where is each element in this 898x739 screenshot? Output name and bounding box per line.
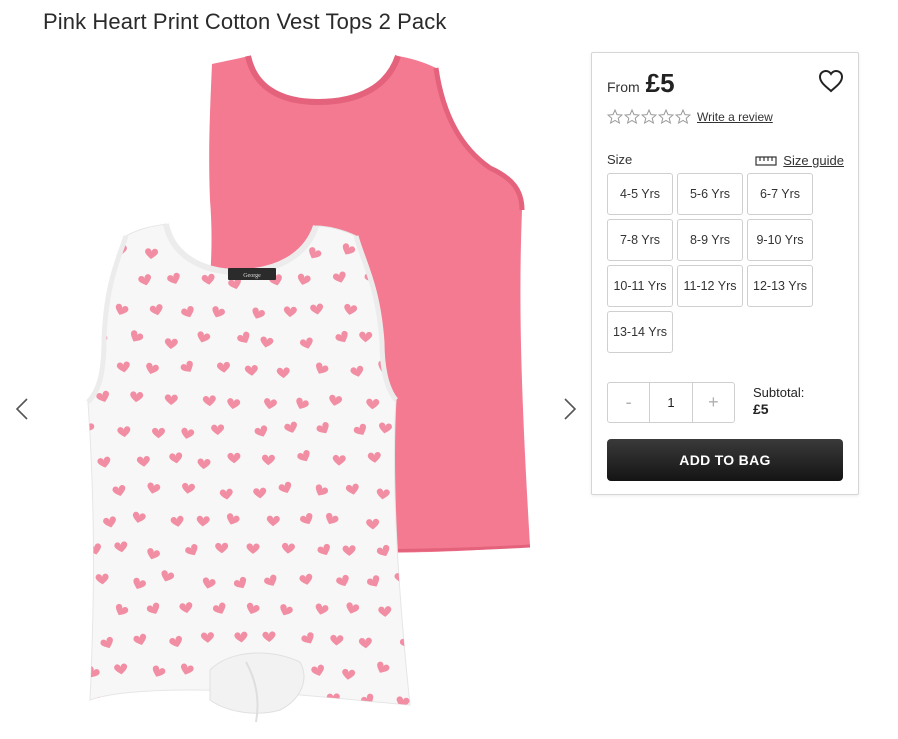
size-guide-link[interactable]: Size guide: [755, 153, 844, 168]
size-option[interactable]: 8-9 Yrs: [677, 219, 743, 261]
heart-print: [88, 243, 100, 259]
heart-print: [88, 360, 99, 374]
star-outline-icon[interactable]: [641, 109, 657, 124]
size-options: 4-5 Yrs 5-6 Yrs 6-7 Yrs 7-8 Yrs 8-9 Yrs …: [607, 173, 817, 353]
heart-print: [88, 303, 102, 316]
rating-stars: [607, 109, 691, 124]
size-label: Size: [607, 152, 633, 167]
chevron-left-icon: [15, 398, 28, 420]
product-title: Pink Heart Print Cotton Vest Tops 2 Pack: [43, 9, 447, 34]
heart-print: [131, 695, 149, 705]
heart-print: [88, 485, 93, 500]
quantity-decrease-button[interactable]: -: [608, 383, 649, 422]
garment-label-text: George: [243, 273, 261, 279]
price-prefix: From: [607, 79, 640, 95]
ruler-icon: [755, 155, 777, 166]
quantity-input[interactable]: 1: [649, 383, 693, 422]
heart-print: [159, 689, 175, 704]
heart-outline-icon[interactable]: [818, 69, 844, 93]
size-option[interactable]: 10-11 Yrs: [607, 265, 673, 307]
size-option[interactable]: 6-7 Yrs: [747, 173, 813, 215]
subtotal: Subtotal: £5: [753, 385, 804, 417]
quantity-increase-button[interactable]: +: [693, 383, 734, 422]
size-guide-label: Size guide: [783, 153, 844, 168]
quantity-stepper: - 1 +: [607, 382, 735, 423]
size-option[interactable]: 13-14 Yrs: [607, 311, 673, 353]
price-value: £5: [645, 68, 675, 98]
size-option[interactable]: 7-8 Yrs: [607, 219, 673, 261]
size-option[interactable]: 12-13 Yrs: [747, 265, 813, 307]
product-image: George: [86, 54, 531, 723]
write-review-link[interactable]: Write a review: [697, 110, 773, 124]
subtotal-value: £5: [753, 401, 769, 417]
star-outline-icon[interactable]: [658, 109, 674, 124]
add-to-bag-button[interactable]: ADD TO BAG: [607, 439, 843, 481]
purchase-panel: From £5 Write a review Size Size guide 4…: [591, 52, 859, 495]
white-heart-vest: [87, 223, 411, 706]
star-outline-icon[interactable]: [624, 109, 640, 124]
heart-print: [95, 696, 110, 705]
size-option[interactable]: 5-6 Yrs: [677, 173, 743, 215]
star-outline-icon[interactable]: [675, 109, 691, 124]
heart-print: [88, 603, 93, 615]
chevron-right-icon: [564, 398, 577, 420]
subtotal-label: Subtotal:: [753, 385, 805, 400]
gallery-next-button[interactable]: [558, 394, 582, 424]
price-row: From £5: [607, 68, 675, 99]
size-option[interactable]: 9-10 Yrs: [747, 219, 813, 261]
size-option[interactable]: 4-5 Yrs: [607, 173, 673, 215]
rating-row: Write a review: [607, 109, 773, 124]
star-outline-icon[interactable]: [607, 109, 623, 124]
gallery-prev-button[interactable]: [10, 394, 34, 424]
product-gallery: George: [0, 50, 590, 739]
size-option[interactable]: 11-12 Yrs: [677, 265, 743, 307]
